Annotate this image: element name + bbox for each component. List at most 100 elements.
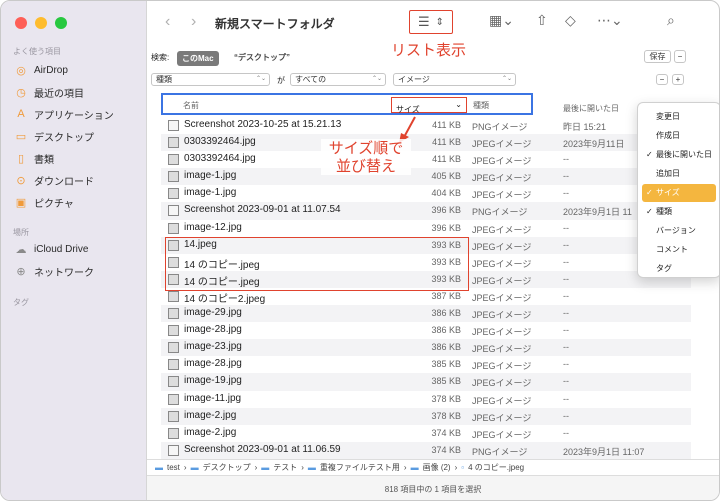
path-segment[interactable]: デスクトップ bbox=[203, 462, 251, 473]
minimize-button[interactable] bbox=[35, 17, 47, 29]
file-size: 393 KB bbox=[431, 273, 461, 284]
file-row[interactable]: image-1.jpg 405 KB JPEGイメージ -- bbox=[161, 168, 691, 186]
menu-item-0[interactable]: 変更日 bbox=[642, 108, 716, 126]
file-row[interactable]: image-12.jpg 396 KB JPEGイメージ -- bbox=[161, 220, 691, 237]
file-row[interactable]: image-23.jpg 386 KB JPEGイメージ -- bbox=[161, 339, 691, 357]
sidebar-item-label: AirDrop bbox=[34, 64, 68, 76]
sidebar-section-tags: タグ bbox=[13, 298, 29, 307]
jpeg-file-icon bbox=[168, 410, 179, 422]
file-size: 378 KB bbox=[431, 410, 461, 421]
criteria-value-select[interactable]: すべての bbox=[290, 73, 386, 86]
tag-icon[interactable]: ◇ bbox=[565, 12, 576, 29]
criteria-field-select[interactable]: 種類 bbox=[151, 73, 270, 86]
path-separator-icon: › bbox=[403, 463, 407, 472]
file-row[interactable]: 0303392464.jpg 411 KB JPEGイメージ -- bbox=[161, 151, 691, 168]
path-segment[interactable]: テスト bbox=[273, 462, 297, 473]
sidebar-item-5[interactable]: ⊙ ダウンロード bbox=[15, 170, 140, 190]
file-date: -- bbox=[563, 290, 569, 301]
file-date: -- bbox=[563, 393, 569, 404]
file-kind: JPEGイメージ bbox=[472, 173, 532, 184]
folder-icon: ▬ bbox=[410, 463, 419, 472]
sidebar-item-2[interactable]: A アプリケーション bbox=[15, 104, 140, 124]
save-button[interactable]: 保存 bbox=[644, 50, 671, 63]
menu-item-5[interactable]: ✓ 種類 bbox=[642, 203, 716, 221]
list-icon: ☰ bbox=[417, 14, 430, 29]
file-name: 14.jpeg bbox=[184, 238, 217, 250]
sidebar-item-4[interactable]: ▯ 書類 bbox=[15, 148, 140, 168]
file-date: 2023年9月1日 11:07 bbox=[563, 446, 645, 457]
column-size[interactable]: サイズ ⌄ bbox=[391, 97, 467, 114]
file-date: -- bbox=[563, 256, 569, 267]
file-kind: JPEGイメージ bbox=[472, 412, 532, 423]
scope-this-mac[interactable]: このMac bbox=[177, 51, 219, 66]
file-row[interactable]: image-2.jpg 378 KB JPEGイメージ -- bbox=[161, 407, 691, 425]
menu-item-3[interactable]: 追加日 bbox=[642, 165, 716, 183]
sidebar-item-label: アプリケーション bbox=[34, 110, 114, 122]
file-name: image-23.jpg bbox=[184, 341, 242, 353]
close-button[interactable] bbox=[15, 17, 27, 29]
sidebar-item-3[interactable]: ▭ デスクトップ bbox=[15, 126, 140, 146]
file-row[interactable]: 14 のコピー.jpeg 393 KB JPEGイメージ -- bbox=[161, 270, 691, 288]
share-icon[interactable]: ⇧ bbox=[536, 12, 548, 29]
menu-item-7[interactable]: コメント bbox=[642, 241, 716, 259]
file-row[interactable]: image-28.jpg 386 KB JPEGイメージ -- bbox=[161, 322, 691, 339]
column-kind[interactable]: 種類 bbox=[473, 100, 489, 111]
remove-search-button[interactable]: − bbox=[674, 50, 686, 63]
jpeg-file-icon bbox=[168, 273, 179, 285]
file-row[interactable]: image-19.jpg 385 KB JPEGイメージ -- bbox=[161, 373, 691, 391]
sort-annotation: サイズ順で 並び替え bbox=[321, 139, 411, 175]
file-date: 2023年9月11日 bbox=[563, 139, 625, 150]
file-row[interactable]: Screenshot 2023-09-01 at 11.06.59 374 KB P… bbox=[161, 441, 691, 459]
menu-item-4[interactable]: ✓ サイズ bbox=[642, 184, 716, 202]
menu-item-8[interactable]: タグ bbox=[642, 260, 716, 278]
column-name[interactable]: 名前 bbox=[183, 100, 199, 111]
sidebar-item-0[interactable]: ☁ iCloud Drive bbox=[15, 239, 140, 259]
file-row[interactable]: image-28.jpg 385 KB JPEGイメージ -- bbox=[161, 356, 691, 373]
file-kind: JPEGイメージ bbox=[472, 190, 532, 201]
file-row[interactable]: image-1.jpg 404 KB JPEGイメージ -- bbox=[161, 185, 691, 202]
file-kind: PNGイメージ bbox=[472, 122, 528, 132]
sidebar-item-6[interactable]: ▣ ピクチャ bbox=[15, 192, 140, 212]
sidebar-item-label: 書類 bbox=[34, 154, 54, 166]
png-file-icon bbox=[168, 205, 179, 217]
path-segment[interactable]: 重複ファイルテスト用 bbox=[320, 462, 400, 473]
sidebar-item-1[interactable]: ⊕ ネットワーク bbox=[15, 261, 140, 281]
file-row[interactable]: 14 のコピー2.jpeg 387 KB JPEGイメージ -- bbox=[161, 288, 691, 305]
file-size: 411 KB bbox=[432, 154, 461, 165]
forward-button[interactable]: › bbox=[191, 13, 196, 31]
download-icon: ⊙ bbox=[16, 174, 26, 187]
file-row[interactable]: Screenshot 2023-09-01 at 11.07.54 396 KB P… bbox=[161, 202, 691, 220]
add-criteria-button[interactable]: + bbox=[672, 74, 684, 85]
list-view-button[interactable]: ☰ ⇕ bbox=[409, 10, 453, 34]
menu-item-2[interactable]: ✓ 最後に開いた日 bbox=[642, 146, 716, 164]
remove-criteria-button[interactable]: − bbox=[656, 74, 668, 85]
file-size: 405 KB bbox=[431, 171, 461, 182]
file-name: Screenshot 2023-10-25 at 15.21.13 bbox=[184, 119, 342, 130]
sidebar-item-0[interactable]: ◎ AirDrop bbox=[15, 60, 140, 80]
file-row[interactable]: image-2.jpg 374 KB JPEGイメージ -- bbox=[161, 425, 691, 442]
more-icon[interactable]: ⋯⌄ bbox=[597, 12, 623, 29]
zoom-button[interactable] bbox=[55, 17, 67, 29]
file-row[interactable]: 14 のコピー.jpeg 393 KB JPEGイメージ -- bbox=[161, 254, 691, 271]
file-row[interactable]: image-29.jpg 386 KB JPEGイメージ -- bbox=[161, 305, 691, 323]
menu-item-label: 変更日 bbox=[656, 112, 680, 121]
criteria-type-select[interactable]: イメージ bbox=[393, 73, 516, 86]
path-segment[interactable]: 画像 (2) bbox=[423, 462, 451, 473]
sidebar-section-favorites: よく使う項目 bbox=[13, 47, 61, 56]
checkmark-icon: ✓ bbox=[646, 188, 653, 197]
group-icon[interactable]: ▦⌄ bbox=[489, 12, 514, 29]
scope-desktop[interactable]: “デスクトップ” bbox=[234, 52, 290, 63]
file-size: 386 KB bbox=[431, 308, 461, 319]
file-date: 昨日 15:21 bbox=[563, 122, 607, 132]
file-row[interactable]: image-11.jpg 378 KB JPEGイメージ -- bbox=[161, 391, 691, 408]
file-date: -- bbox=[563, 239, 569, 250]
path-segment[interactable]: 4 のコピー.jpeg bbox=[468, 462, 524, 473]
search-icon[interactable]: ⌕ bbox=[667, 12, 675, 29]
file-row[interactable]: 14.jpeg 393 KB JPEGイメージ -- bbox=[161, 236, 691, 254]
sidebar-item-label: デスクトップ bbox=[34, 132, 94, 144]
menu-item-1[interactable]: 作成日 bbox=[642, 127, 716, 145]
menu-item-6[interactable]: バージョン bbox=[642, 222, 716, 240]
sidebar-item-1[interactable]: ◷ 最近の項目 bbox=[15, 82, 140, 102]
path-segment[interactable]: test bbox=[167, 463, 180, 472]
back-button[interactable]: ‹ bbox=[165, 13, 170, 31]
